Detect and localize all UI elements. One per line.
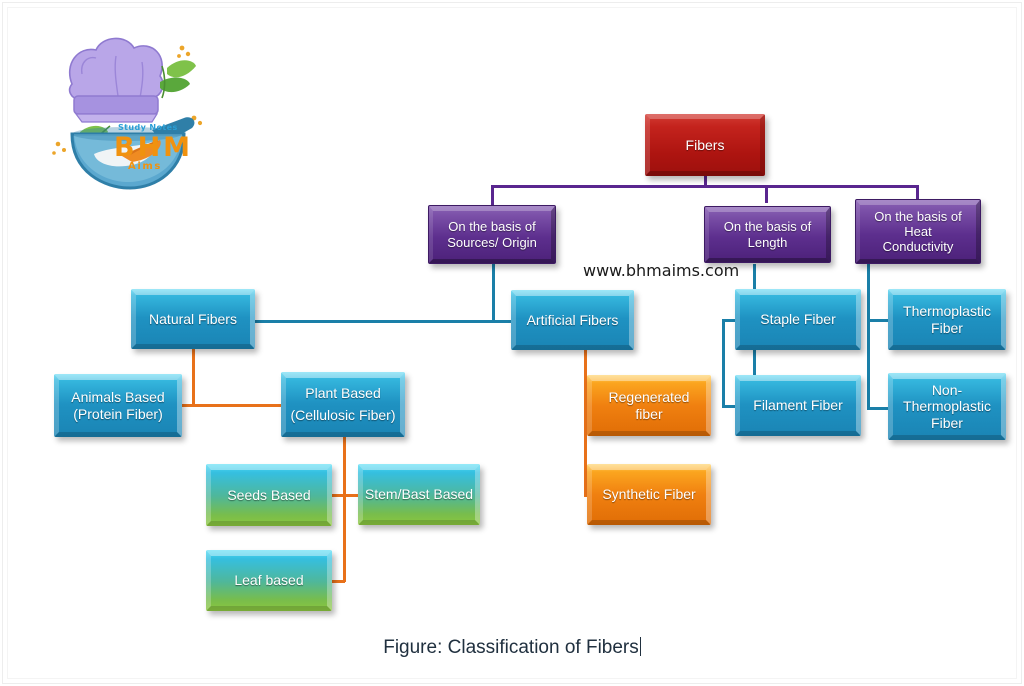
node-basis-sources-line2: Sources/ Origin bbox=[447, 234, 537, 250]
node-regenerated-fiber[interactable]: Regenerated fiber bbox=[587, 375, 711, 436]
node-basis-heat-line1: On the basis of bbox=[874, 208, 962, 224]
node-non-thermoplastic-fiber[interactable]: Non- Thermoplastic Fiber bbox=[888, 373, 1006, 440]
node-filament-fiber[interactable]: Filament Fiber bbox=[735, 375, 861, 436]
node-plant-based-line1: Plant Based bbox=[305, 384, 381, 401]
node-regenerated-fiber-label: Regenerated fiber bbox=[608, 388, 690, 422]
figure-caption-text: Figure: Classification of Fibers bbox=[383, 637, 639, 658]
node-thermoplastic-line1: Thermoplastic bbox=[903, 302, 991, 319]
node-synthetic-fiber[interactable]: Synthetic Fiber bbox=[587, 464, 711, 525]
node-artificial-fibers-label: Artificial Fibers bbox=[526, 311, 619, 328]
node-basis-length-line2: Length bbox=[747, 234, 788, 250]
node-leaf-based-label: Leaf based bbox=[234, 572, 304, 589]
connector-natural-down bbox=[192, 348, 195, 406]
logo-artwork bbox=[52, 37, 203, 190]
node-leaf-based[interactable]: Leaf based bbox=[206, 550, 332, 611]
node-thermoplastic-fiber[interactable]: Thermoplastic Fiber bbox=[888, 289, 1006, 350]
node-non-thermoplastic-line1: Non- bbox=[931, 381, 963, 398]
node-thermoplastic-line2: Fiber bbox=[931, 319, 963, 336]
node-plant-based[interactable]: Plant Based (Cellulosic Fiber) bbox=[281, 372, 405, 437]
logo-title: BHM bbox=[114, 132, 194, 163]
node-fibers-label: Fibers bbox=[685, 136, 725, 153]
node-stem-bast-based[interactable]: Stem/Bast Based bbox=[358, 464, 480, 525]
node-basis-sources-line1: On the basis of bbox=[448, 219, 536, 235]
node-basis-of-heat-conductivity[interactable]: On the basis of Heat Conductivity bbox=[855, 199, 981, 264]
node-natural-fibers-label: Natural Fibers bbox=[149, 310, 237, 327]
node-staple-fiber[interactable]: Staple Fiber bbox=[735, 289, 861, 350]
connector-level1-bus bbox=[491, 185, 919, 188]
node-non-thermoplastic-line2: Thermoplastic bbox=[903, 398, 991, 415]
connector-to-sources bbox=[491, 185, 494, 207]
watermark-url: www.bhmaims.com bbox=[583, 261, 740, 280]
node-stem-bast-based-label: Stem/Bast Based bbox=[364, 486, 474, 503]
node-natural-fibers[interactable]: Natural Fibers bbox=[131, 289, 255, 349]
node-plant-based-line2: (Cellulosic Fiber) bbox=[290, 406, 396, 423]
bhm-aims-logo: Study Notes BHM Aims bbox=[34, 22, 214, 192]
node-staple-fiber-label: Staple Fiber bbox=[760, 311, 836, 328]
chef-hat-icon bbox=[68, 37, 164, 123]
logo-subtitle: Aims bbox=[128, 161, 162, 172]
figure-caption: Figure: Classification of Fibers bbox=[0, 637, 1024, 659]
node-seeds-based[interactable]: Seeds Based bbox=[206, 464, 332, 526]
node-basis-heat-line2: Heat bbox=[904, 223, 932, 239]
connector-sources-down bbox=[492, 264, 495, 322]
node-fibers[interactable]: Fibers bbox=[645, 114, 765, 176]
logo-tagline: Study Notes bbox=[118, 123, 178, 132]
connector-length-riser bbox=[722, 319, 725, 408]
node-basis-of-sources[interactable]: On the basis of Sources/ Origin bbox=[428, 205, 556, 264]
connector-to-length bbox=[765, 185, 768, 203]
text-cursor bbox=[639, 637, 641, 656]
node-basis-heat-line3: Conductivity bbox=[882, 239, 954, 255]
node-basis-length-line1: On the basis of bbox=[723, 219, 812, 235]
connector-heat-down bbox=[867, 264, 870, 410]
connector-to-heat bbox=[916, 185, 919, 199]
node-non-thermoplastic-line3: Fiber bbox=[931, 414, 963, 431]
node-filament-fiber-label: Filament Fiber bbox=[753, 397, 843, 414]
node-animals-based-line1: Animals Based bbox=[71, 388, 165, 405]
node-synthetic-fiber-label: Synthetic Fiber bbox=[602, 486, 696, 503]
connector-plant-down bbox=[343, 436, 346, 582]
connector-natural-children-bus bbox=[182, 404, 292, 407]
node-animals-based-line2: (Protein Fiber) bbox=[73, 405, 163, 422]
node-artificial-fibers[interactable]: Artificial Fibers bbox=[511, 290, 634, 350]
node-basis-of-length[interactable]: On the basis of Length bbox=[704, 206, 831, 263]
node-seeds-based-label: Seeds Based bbox=[227, 486, 311, 503]
figure-canvas: Study Notes BHM Aims Fibers On the basis… bbox=[0, 0, 1024, 686]
node-animals-based[interactable]: Animals Based (Protein Fiber) bbox=[54, 374, 182, 437]
